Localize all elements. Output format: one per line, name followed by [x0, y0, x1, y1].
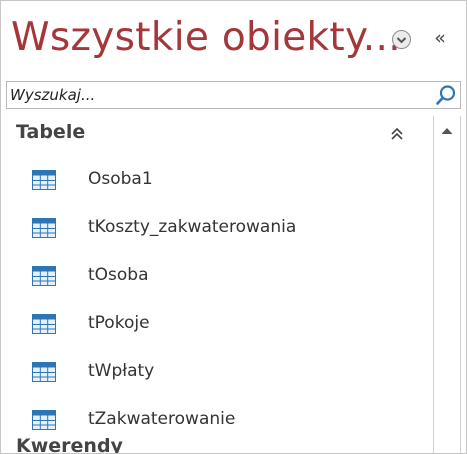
item-label: tWpłaty — [88, 361, 155, 381]
list-item[interactable]: Osoba1 — [6, 156, 431, 204]
group-label: Tabele — [16, 121, 86, 143]
item-label: tKoszty_zakwaterowania — [88, 217, 297, 237]
group-header-tables[interactable]: Tabele — [6, 118, 431, 154]
item-label: tPokoje — [88, 313, 150, 333]
item-label: tZakwaterowanie — [88, 409, 236, 429]
dropdown-arrow-icon[interactable] — [392, 30, 411, 49]
table-icon — [32, 218, 56, 238]
collapse-pane-button[interactable]: « — [429, 23, 451, 53]
navigation-pane: Wszystkie obiekty... « Tabele — [0, 0, 467, 454]
group-header-queries[interactable]: Kwerendy — [16, 435, 123, 453]
search-icon[interactable] — [435, 84, 457, 106]
item-label: Osoba1 — [88, 169, 153, 189]
item-label: tOsoba — [88, 265, 149, 285]
chevron-double-up-icon[interactable] — [390, 126, 404, 142]
pane-title[interactable]: Wszystkie obiekty... — [11, 15, 401, 60]
table-icon — [32, 410, 56, 430]
table-icon — [32, 266, 56, 286]
table-icon — [32, 314, 56, 334]
list-item[interactable]: tPokoje — [6, 300, 431, 348]
table-icon — [32, 170, 56, 190]
search-input[interactable] — [7, 82, 430, 108]
search-box — [6, 81, 461, 109]
list-item[interactable]: tOsoba — [6, 252, 431, 300]
vertical-scrollbar[interactable] — [433, 116, 461, 453]
table-icon — [32, 362, 56, 382]
list-item[interactable]: tWpłaty — [6, 348, 431, 396]
list-item[interactable]: tKoszty_zakwaterowania — [6, 204, 431, 252]
scroll-up-button[interactable] — [434, 116, 460, 146]
